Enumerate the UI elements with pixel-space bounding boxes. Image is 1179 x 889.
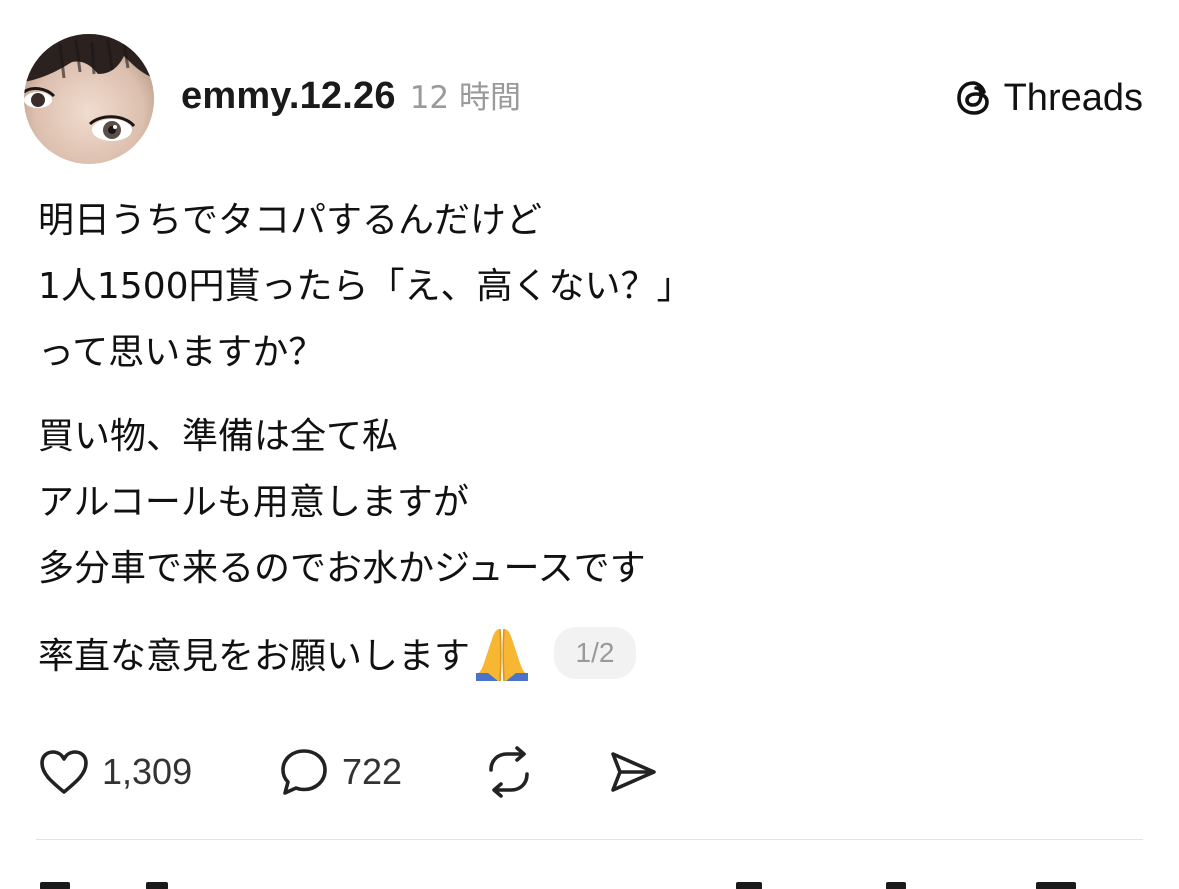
- post-action-bar: 1,309 722: [38, 742, 659, 802]
- threads-brand-name: Threads: [1003, 76, 1143, 119]
- cropped-text-fragment: [736, 882, 762, 889]
- folded-hands-emoji-icon: [472, 623, 532, 683]
- repost-icon: [483, 746, 535, 798]
- like-button[interactable]: 1,309: [38, 748, 278, 796]
- threads-brand: Threads: [954, 72, 1143, 124]
- post-divider: [36, 839, 1143, 840]
- post-paragraph: 買い物、準備は全て私 アルコールも用意しますが 多分車で来るのでお水かジュースで…: [38, 404, 1138, 602]
- threads-post: emmy.12.26 12 時間 Threads 明日うちでタコパするんだけど …: [0, 0, 1179, 889]
- cropped-text-fragment: [146, 882, 168, 889]
- comment-bubble-icon: [278, 746, 330, 798]
- cropped-text-fragment: [1036, 882, 1076, 889]
- heart-icon: [38, 748, 90, 796]
- share-button[interactable]: [607, 746, 659, 798]
- post-text-line: 多分車で来るのでお水かジュースです: [38, 548, 646, 589]
- post-timestamp: 12 時間: [409, 80, 521, 116]
- cropped-text-fragment: [886, 882, 906, 889]
- post-text-line: アルコールも用意しますが: [38, 482, 469, 523]
- repost-button[interactable]: [483, 746, 607, 798]
- next-post-peek: [36, 874, 1143, 889]
- post-text-line: って思いますか？: [38, 332, 325, 373]
- like-count: 1,309: [102, 751, 193, 792]
- username[interactable]: emmy.12.26: [181, 75, 396, 118]
- post-closing-line: 率直な意見をお願いします 1/2: [38, 620, 1138, 686]
- reply-button[interactable]: 722: [278, 746, 483, 798]
- post-text-line: 率直な意見をお願いします: [38, 636, 471, 677]
- post-header: emmy.12.26 12 時間: [181, 72, 521, 124]
- avatar[interactable]: [24, 34, 154, 164]
- post-text-line: 買い物、準備は全て私: [38, 416, 399, 457]
- reply-count: 722: [342, 751, 403, 792]
- post-text-line: 1人1500円貰ったら「え、高くない？」: [38, 266, 693, 307]
- send-icon: [607, 746, 659, 798]
- page-indicator-badge: 1/2: [554, 627, 637, 679]
- post-paragraph: 明日うちでタコパするんだけど 1人1500円貰ったら「え、高くない？」 って思い…: [38, 188, 1138, 386]
- threads-logo-icon: [954, 78, 994, 118]
- cropped-text-fragment: [40, 882, 70, 889]
- avatar-photo: [24, 34, 154, 164]
- post-text-line: 明日うちでタコパするんだけど: [38, 200, 543, 241]
- post-body: 明日うちでタコパするんだけど 1人1500円貰ったら「え、高くない？」 って思い…: [38, 188, 1138, 686]
